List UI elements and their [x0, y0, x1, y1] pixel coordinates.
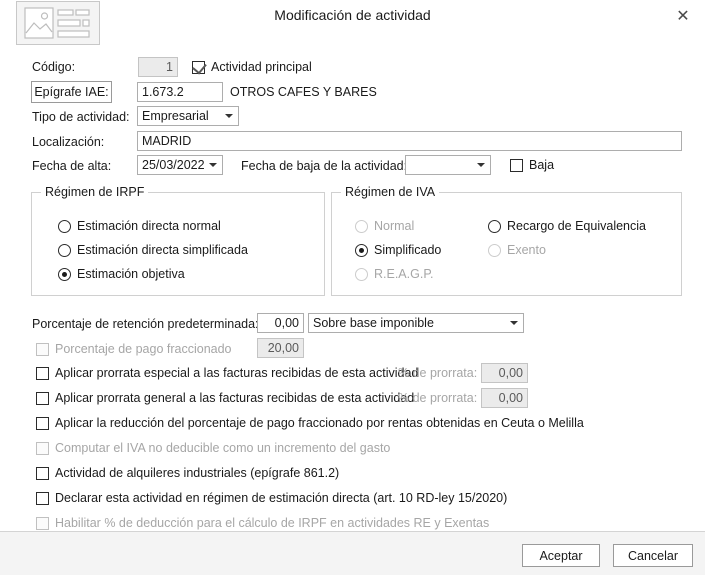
retencion-label: Porcentaje de retención predeterminada: [32, 317, 259, 331]
alquileres-industriales-label: Actividad de alquileres industriales (ep… [55, 466, 340, 480]
iva-option-exento: Exento [488, 243, 546, 257]
epigrafe-value-field[interactable]: 1.673.2 [137, 82, 223, 102]
prorrata-general-label: Aplicar prorrata general a las facturas … [55, 391, 415, 405]
pago-fraccionado-label: Porcentaje de pago fraccionado [55, 342, 232, 356]
reduccion-ceuta-melilla-checkbox[interactable]: Aplicar la reducción del porcentaje de p… [36, 416, 584, 430]
radio-circle [355, 219, 368, 233]
retencion-base-value: Sobre base imponible [313, 316, 434, 330]
radio-dot [62, 271, 67, 277]
iva-option-label: Exento [507, 243, 546, 257]
cancel-button[interactable]: Cancelar [613, 544, 693, 567]
baja-label: Baja [529, 158, 555, 172]
estimacion-directa-rdley-checkbox[interactable]: Declarar esta actividad en régimen de es… [36, 491, 507, 505]
checkbox-box [36, 342, 49, 356]
codigo-field: 1 [138, 57, 178, 77]
habilitar-deduccion-irpf-label: Habilitar % de deducción para el cálculo… [55, 516, 490, 530]
irpf-option-label: Estimación objetiva [77, 267, 185, 281]
fecha-baja-label: Fecha de baja de la actividad: [241, 159, 408, 173]
iva-option-recargo-equivalencia[interactable]: Recargo de Equivalencia [488, 219, 646, 233]
title-bar: Modificación de actividad ✕ [0, 0, 705, 47]
fecha-alta-label: Fecha de alta: [32, 159, 112, 173]
baja-checkbox[interactable]: Baja [510, 158, 554, 172]
iva-group-title: Régimen de IVA [341, 185, 440, 199]
checkbox-box [36, 516, 49, 530]
epigrafe-iae-button[interactable]: Epígrafe IAE: [31, 81, 112, 103]
actividad-principal-label: Actividad principal [211, 60, 312, 74]
actividad-principal-checkbox[interactable]: Actividad principal [192, 59, 312, 74]
fecha-baja-datepicker[interactable] [405, 155, 491, 175]
pago-fraccionado-checkbox: Porcentaje de pago fraccionado [36, 342, 232, 356]
prorrata-general-extra-label: % de prorrata: [398, 391, 478, 405]
iva-option-label: Simplificado [374, 243, 442, 257]
retencion-field[interactable]: 0,00 [257, 313, 304, 333]
irpf-option-estimacion-directa-normal[interactable]: Estimación directa normal [58, 219, 221, 233]
chevron-down-icon [477, 163, 485, 167]
radio-circle [488, 243, 501, 257]
retencion-base-select[interactable]: Sobre base imponible [308, 313, 524, 333]
tipo-actividad-label: Tipo de actividad: [32, 110, 130, 124]
chevron-down-icon [510, 321, 518, 325]
irpf-option-label: Estimación directa normal [77, 219, 221, 233]
radio-circle [488, 219, 501, 233]
iva-option-label: Recargo de Equivalencia [507, 219, 646, 233]
fecha-alta-datepicker[interactable]: 25/03/2022 [137, 155, 223, 175]
iva-option-simplificado[interactable]: Simplificado [355, 243, 441, 257]
iva-option-label: Normal [374, 219, 415, 233]
chevron-down-icon [225, 114, 233, 118]
iva-option-normal: Normal [355, 219, 414, 233]
prorrata-general-checkbox[interactable]: Aplicar prorrata general a las facturas … [36, 391, 414, 405]
check-icon [192, 59, 207, 74]
iva-option-reagp: R.E.A.G.P. [355, 267, 434, 281]
iva-option-label: R.E.A.G.P. [374, 267, 434, 281]
prorrata-especial-extra-label: % de prorrata: [398, 366, 478, 380]
checkbox-box [510, 158, 523, 172]
estimacion-directa-rdley-label: Declarar esta actividad en régimen de es… [55, 491, 508, 505]
computar-iva-no-deducible-checkbox: Computar el IVA no deducible como un inc… [36, 441, 390, 455]
codigo-label: Código: [32, 60, 76, 74]
irpf-option-label: Estimación directa simplificada [77, 243, 248, 257]
radio-circle [355, 267, 368, 281]
checkbox-box [36, 391, 49, 405]
irpf-option-estimacion-objetiva[interactable]: Estimación objetiva [58, 267, 185, 281]
habilitar-deduccion-irpf-checkbox: Habilitar % de deducción para el cálculo… [36, 516, 489, 530]
radio-circle [58, 219, 71, 233]
irpf-group-title: Régimen de IRPF [41, 185, 149, 199]
checkbox-box [36, 366, 49, 380]
reduccion-ceuta-melilla-label: Aplicar la reducción del porcentaje de p… [55, 416, 584, 430]
accept-button[interactable]: Aceptar [522, 544, 600, 567]
prorrata-especial-value-field: 0,00 [481, 363, 528, 383]
epigrafe-description: OTROS CAFES Y BARES [230, 85, 377, 99]
tipo-actividad-value: Empresarial [142, 109, 209, 123]
radio-circle [355, 243, 368, 257]
radio-dot [359, 247, 364, 253]
dialog-title: Modificación de actividad [274, 7, 431, 23]
close-icon[interactable]: ✕ [665, 2, 701, 28]
computar-iva-no-deducible-label: Computar el IVA no deducible como un inc… [55, 441, 391, 455]
radio-circle [58, 267, 71, 281]
alquileres-industriales-checkbox[interactable]: Actividad de alquileres industriales (ep… [36, 466, 339, 480]
irpf-option-estimacion-directa-simplificada[interactable]: Estimación directa simplificada [58, 243, 248, 257]
radio-circle [58, 243, 71, 257]
checkbox-box [36, 491, 49, 505]
chevron-down-icon [209, 163, 217, 167]
checkbox-box [36, 466, 49, 480]
fecha-alta-value: 25/03/2022 [142, 158, 205, 172]
checkbox-box [36, 416, 49, 430]
localizacion-label: Localización: [32, 135, 105, 149]
prorrata-general-value-field: 0,00 [481, 388, 528, 408]
prorrata-especial-label: Aplicar prorrata especial a las facturas… [55, 366, 419, 380]
localizacion-field[interactable]: MADRID [137, 131, 682, 151]
checkbox-box [192, 59, 207, 74]
checkbox-box [36, 441, 49, 455]
pago-fraccionado-field: 20,00 [257, 338, 304, 358]
tipo-actividad-select[interactable]: Empresarial [137, 106, 239, 126]
prorrata-especial-checkbox[interactable]: Aplicar prorrata especial a las facturas… [36, 366, 418, 380]
